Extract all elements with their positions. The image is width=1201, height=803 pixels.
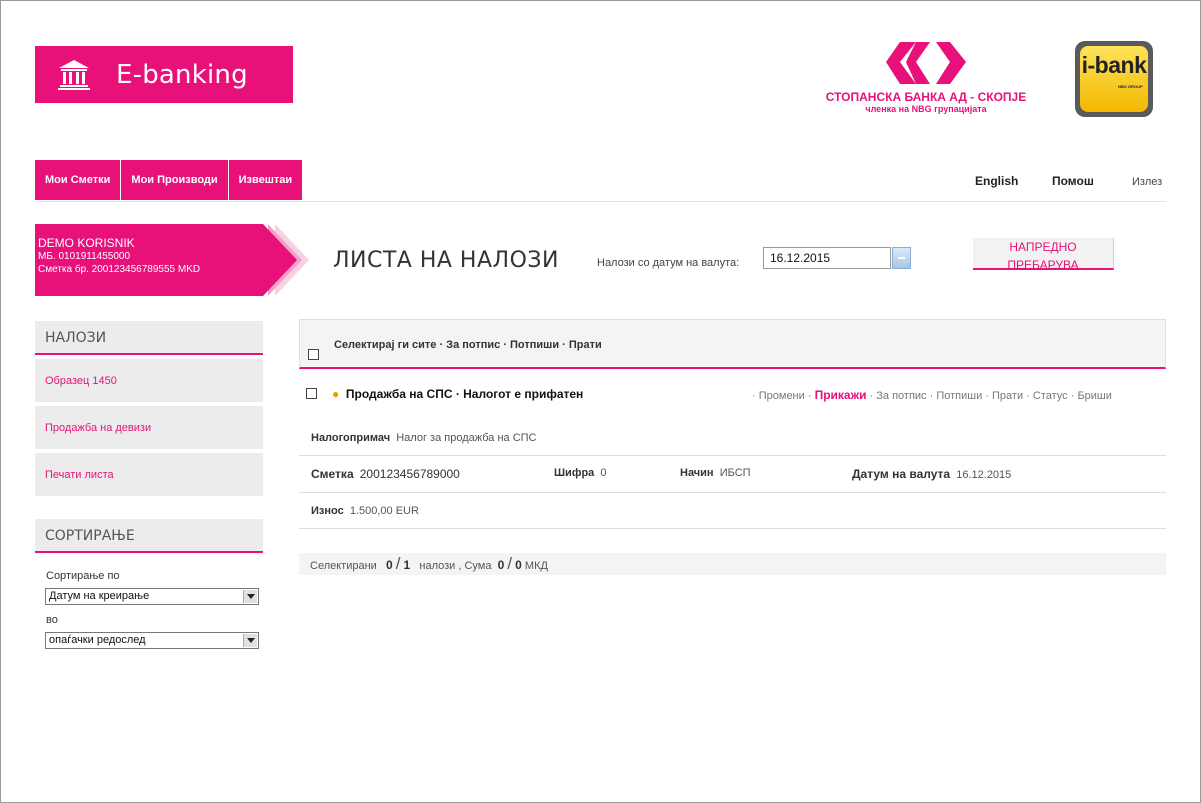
calendar-button[interactable] <box>892 247 911 269</box>
chevron-down-icon[interactable] <box>243 634 257 647</box>
order-actions: · Промени · Прикажи · За потпис · Потпиш… <box>752 388 1112 402</box>
bullet-icon: ● <box>332 387 340 401</box>
summary-sum-label: , Сума <box>458 560 492 572</box>
selection-summary: Селектирани 0 / 1 налози , Сума 0 / 0 МК… <box>299 553 1166 575</box>
code-label: Шифра <box>554 467 595 479</box>
chevron-down-icon[interactable] <box>243 590 257 603</box>
code-value: 0 <box>600 467 607 479</box>
value-date-input[interactable]: 16.12.2015 <box>763 247 891 269</box>
method-field: Начин ИБСП <box>680 467 751 479</box>
ebanking-logo[interactable]: E-banking <box>35 46 293 103</box>
help-link[interactable]: Помош <box>1052 174 1094 188</box>
value-date-value: 16.12.2015 <box>956 469 1012 481</box>
order-title-text: Продажба на СПС · Налогот е прифатен <box>345 387 584 401</box>
bank-subtitle: членка на NBG групацијата <box>865 104 987 114</box>
chevron-decoration <box>263 224 297 296</box>
code-field: Шифра 0 <box>554 467 607 479</box>
summary-sum-total: 0 <box>515 558 522 572</box>
action-delete[interactable]: Бриши <box>1077 390 1111 402</box>
user-account: Сметка бр. 200123456789555 MKD <box>38 264 201 275</box>
sort-by-label: Сортирање по <box>46 570 120 582</box>
app-title: E-banking <box>116 59 248 90</box>
action-status[interactable]: Статус <box>1033 390 1068 402</box>
nav-reports[interactable]: Извештаи <box>228 160 304 200</box>
row-divider <box>299 492 1166 493</box>
english-link[interactable]: English <box>975 174 1018 188</box>
method-value: ИБСП <box>719 467 751 479</box>
summary-selected-label: Селектирани <box>310 560 377 572</box>
sort-by-value: Датум на креирање <box>49 590 150 602</box>
logout-link[interactable]: Излез <box>1132 176 1162 188</box>
sort-by-select[interactable]: Датум на креирање <box>45 588 259 605</box>
summary-currency: МКД <box>524 560 548 572</box>
amount-value: 1.500,00 EUR <box>349 505 419 517</box>
row-divider <box>299 455 1166 456</box>
ibank-logo: i-bank NBG GROUP <box>1075 41 1153 117</box>
action-show[interactable]: Прикажи <box>815 388 867 402</box>
amount-label: Износ <box>311 505 344 517</box>
recipient-label: Налогопримач <box>311 432 391 444</box>
sort-section-heading: СОРТИРАЊЕ <box>35 519 263 553</box>
select-all-checkbox[interactable] <box>308 349 319 360</box>
user-mb: МБ. 0101911455000 <box>38 251 131 262</box>
main-nav: Мои Сметки Мои Производи Извештаи <box>35 160 304 200</box>
ibank-sub: NBG GROUP <box>1118 84 1143 89</box>
advanced-search-button[interactable]: НАПРЕДНО ПРЕБАРУВА <box>973 238 1114 270</box>
account-value: 200123456789000 <box>359 467 460 481</box>
summary-total-count: 1 <box>403 558 411 572</box>
user-name: DEMO KORISNIK <box>38 236 135 250</box>
nav-my-products[interactable]: Мои Производи <box>121 160 229 200</box>
sidebar-item-sell-fx[interactable]: Продажба на девизи <box>35 406 263 451</box>
amount-field: Износ 1.500,00 EUR <box>311 505 419 517</box>
bank-name: СТОПАНСКА БАНКА АД - СКОПЈЕ <box>825 90 1027 104</box>
action-sign[interactable]: Потпиши <box>936 390 982 402</box>
value-date-label: Датум на валута <box>852 467 951 481</box>
sidebar-item-form-1450[interactable]: Образец 1450 <box>35 359 263 404</box>
account-label: Сметка <box>311 467 354 481</box>
action-for-signing[interactable]: За потпис <box>876 390 926 402</box>
summary-sum-selected: 0 <box>497 558 505 572</box>
recipient-value: Налог за продажба на СПС <box>396 432 537 444</box>
value-date-field: Датум на валута 16.12.2015 <box>852 467 1011 481</box>
account-field: Сметка 200123456789000 <box>311 467 460 481</box>
date-label: Налози со датум на валута: <box>597 257 740 269</box>
ibank-label: i-bank <box>1081 52 1147 78</box>
summary-selected-count: 0 <box>385 558 393 572</box>
bank-emblem-icon <box>886 42 966 84</box>
sort-order-select[interactable]: опаѓачки редослед <box>45 632 259 649</box>
recipient-row: Налогопримач Налог за продажба на СПС <box>311 432 537 444</box>
user-info-box: DEMO KORISNIK МБ. 0101911455000 Сметка б… <box>35 224 263 296</box>
action-edit[interactable]: Промени <box>759 390 805 402</box>
summary-orders-word: налози <box>419 560 456 572</box>
order-title: ● Продажба на СПС · Налогот е прифатен <box>332 387 583 401</box>
action-send[interactable]: Прати <box>992 390 1023 402</box>
method-label: Начин <box>680 467 714 479</box>
row-divider <box>299 528 1166 529</box>
order-checkbox[interactable] <box>306 388 317 399</box>
bank-building-icon <box>58 59 90 90</box>
sidebar-item-print-list[interactable]: Печати листа <box>35 453 263 498</box>
orders-section-heading: НАЛОЗИ <box>35 321 263 355</box>
nav-my-accounts[interactable]: Мои Сметки <box>35 160 122 200</box>
bulk-actions[interactable]: Селектирај ги сите · За потпис · Потпиши… <box>334 339 602 351</box>
page-title: ЛИСТА НА НАЛОЗИ <box>333 248 559 273</box>
nav-divider <box>35 201 1166 202</box>
sort-order-value: опаѓачки редослед <box>49 634 146 646</box>
bank-logo: СТОПАНСКА БАНКА АД - СКОПЈЕ членка на NB… <box>808 40 1044 120</box>
sort-in-label: во <box>46 614 58 626</box>
